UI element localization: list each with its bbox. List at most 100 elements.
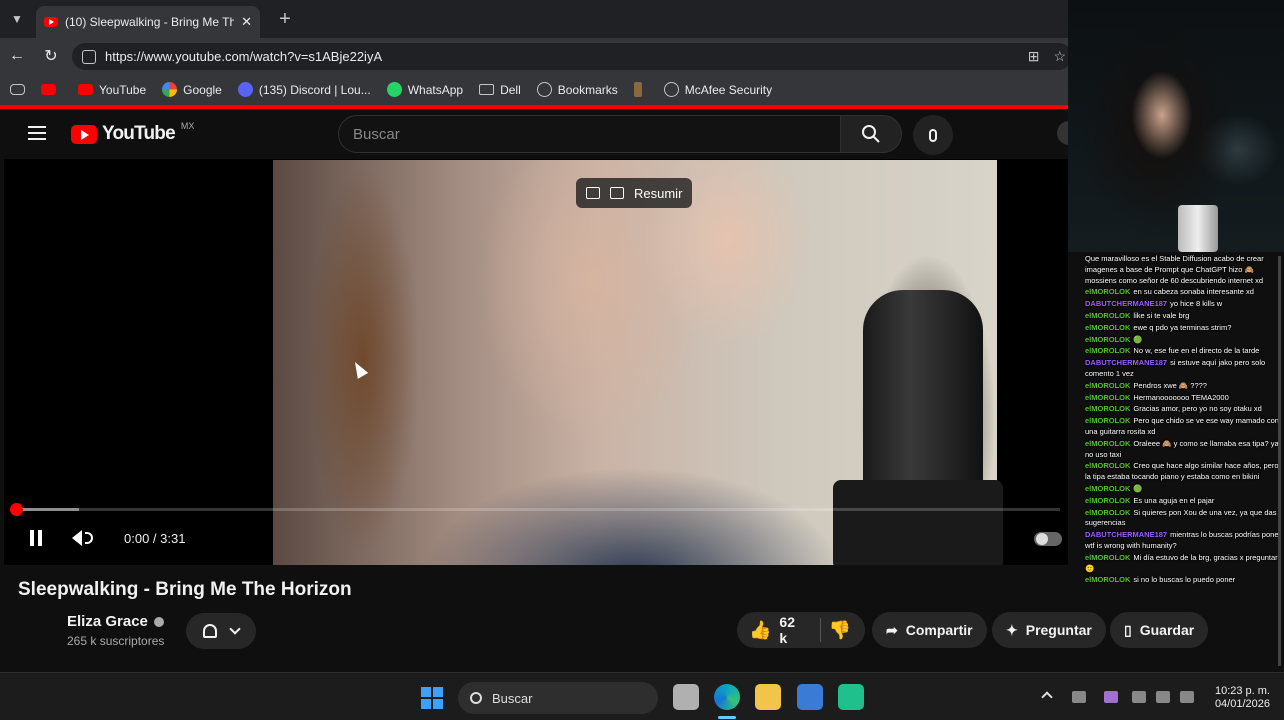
chat-username[interactable]: elMOROLOK (1085, 575, 1130, 584)
windows-start-icon[interactable] (421, 687, 443, 709)
tray-app-icon[interactable] (1072, 691, 1086, 703)
dislike-icon[interactable]: 👎 (829, 620, 851, 641)
volume-icon[interactable] (72, 526, 96, 550)
battery-icon[interactable] (1180, 691, 1194, 703)
bookmark-mcafee[interactable]: McAfee Security (663, 82, 772, 97)
microphone-icon (929, 128, 937, 142)
bookmark-google[interactable]: Google (162, 82, 222, 97)
tab-close-icon[interactable]: ✕ (241, 14, 252, 30)
progress-scrubber[interactable] (10, 503, 23, 516)
folder-icon (479, 84, 495, 95)
youtube-logo[interactable]: YouTube MX (71, 121, 194, 145)
url-text[interactable]: https://www.youtube.com/watch?v=s1ABje22… (105, 49, 382, 64)
share-icon: ➦ (886, 621, 898, 638)
bookmark-extension[interactable] (633, 82, 648, 97)
notification-bell-button[interactable] (186, 613, 256, 649)
chat-text: Hermanooooooo TEMA2000 (1133, 392, 1229, 402)
file-explorer-icon[interactable] (673, 684, 699, 710)
bell-icon (203, 624, 217, 638)
chat-username[interactable]: elMOROLOK (1085, 496, 1130, 505)
chat-text: ewe q pdo ya terminas strim? (1133, 322, 1232, 332)
bookmark-star-icon[interactable]: ☆ (1053, 48, 1066, 65)
voice-search-button[interactable] (913, 115, 953, 155)
back-arrow-icon[interactable]: ← (0, 38, 34, 74)
progress-bar[interactable] (10, 503, 1060, 516)
store-icon[interactable] (797, 684, 823, 710)
video-player[interactable]: Resumir 0:00 / 3:31 (4, 159, 1068, 565)
chat-username[interactable]: elMOROLOK (1085, 484, 1130, 493)
chat-username[interactable]: elMOROLOK (1085, 508, 1130, 517)
system-clock[interactable]: 10:23 p. m. 04/01/2026 (1200, 685, 1270, 711)
bookmark-whatsapp[interactable]: WhatsApp (386, 82, 463, 97)
chat-text: Pendros xwe 🙈 ???? (1133, 380, 1207, 390)
chat-username[interactable]: elMOROLOK (1085, 393, 1130, 402)
search-input[interactable] (353, 125, 840, 143)
chat-username[interactable]: elMOROLOK (1085, 404, 1130, 413)
folder-icon[interactable] (755, 684, 781, 710)
reload-icon[interactable]: ↻ (34, 38, 68, 74)
chat-username[interactable]: elMOROLOK (1085, 439, 1130, 448)
chat-username[interactable]: elMOROLOK (1085, 335, 1130, 344)
verified-badge-icon (153, 616, 164, 627)
chat-text: 🟢 (1133, 483, 1143, 493)
video-frame[interactable] (273, 160, 1003, 565)
install-app-icon[interactable]: ⊞ (1028, 48, 1040, 65)
youtube-header: YouTube MX (0, 109, 1081, 159)
share-button[interactable]: ➦ Compartir (872, 612, 987, 648)
search-button[interactable] (840, 115, 902, 153)
clock-time: 10:23 p. m. (1214, 685, 1270, 697)
autoplay-toggle[interactable] (1034, 532, 1062, 546)
chat-username[interactable]: elMOROLOK (1085, 311, 1130, 320)
chat-scrollbar[interactable] (1278, 256, 1281, 666)
channel-name[interactable]: Eliza Grace (67, 613, 148, 630)
youtube-logo-text: YouTube (102, 123, 176, 144)
chat-username[interactable]: DABUTCHERMANE187 (1085, 530, 1167, 539)
progress-buffered (16, 508, 79, 511)
summarize-button[interactable]: Resumir (576, 178, 693, 208)
chat-username[interactable]: elMOROLOK (1085, 553, 1130, 562)
chat-message: elMOROLOK Oraleee 🙈 y como se llamaba esa… (1085, 439, 1281, 461)
share-label: Compartir (905, 622, 973, 638)
stream-chat: Que maravilloso es el Stable Diffusion a… (1085, 254, 1281, 672)
bookmarks-menu-icon[interactable] (10, 84, 25, 95)
search-icon (470, 692, 482, 704)
address-bar-actions: ⊞ ☆ (1028, 48, 1066, 65)
chat-username[interactable]: elMOROLOK (1085, 346, 1130, 355)
chat-username[interactable]: elMOROLOK (1085, 461, 1130, 470)
address-bar[interactable]: https://www.youtube.com/watch?v=s1ABje22… (72, 43, 1072, 70)
bookmark-youtube-shortcut[interactable] (41, 84, 62, 95)
chat-username[interactable]: elMOROLOK (1085, 416, 1130, 425)
like-icon[interactable]: 👍 (749, 620, 771, 641)
chat-username[interactable]: elMOROLOK (1085, 381, 1130, 390)
chat-text: Es una aguja en el pajar (1133, 495, 1215, 505)
app-icon[interactable] (838, 684, 864, 710)
chat-username[interactable]: DABUTCHERMANE187 (1085, 358, 1167, 367)
youtube-favicon-icon (44, 17, 58, 27)
bookmark-discord[interactable]: (135) Discord | Lou... (237, 82, 371, 97)
taskbar-search[interactable]: Buscar (458, 682, 658, 714)
time-display: 0:00 / 3:31 (124, 530, 186, 546)
tab-search-chevron-icon[interactable]: ▼ (0, 0, 34, 38)
hamburger-menu-icon[interactable] (28, 126, 46, 140)
edge-browser-icon[interactable] (714, 684, 740, 710)
bookmark-bookmarks[interactable]: Bookmarks (536, 82, 618, 97)
wifi-icon[interactable] (1132, 691, 1146, 703)
chat-username[interactable]: DABUTCHERMANE187 (1085, 299, 1167, 308)
bookmark-dell[interactable]: Dell (479, 83, 521, 97)
chat-username[interactable]: elMOROLOK (1085, 323, 1130, 332)
screen: ▼ (10) Sleepwalking - Bring Me The H ✕ +… (0, 0, 1284, 720)
pause-button[interactable] (26, 526, 46, 550)
browser-tab-active[interactable]: (10) Sleepwalking - Bring Me The H ✕ (36, 6, 260, 38)
sparkle-icon: ✦ (1006, 621, 1018, 638)
chat-text: No w, ese fue en el directo de la tarde (1133, 346, 1260, 356)
tray-mic-icon[interactable] (1104, 691, 1118, 703)
site-info-icon[interactable] (82, 49, 96, 64)
bookmark-youtube[interactable]: YouTube (78, 83, 146, 97)
volume-icon[interactable] (1156, 691, 1170, 703)
chat-message: elMOROLOK en su cabeza sonaba interesante… (1085, 287, 1281, 298)
new-tab-button[interactable]: + (270, 8, 300, 31)
tray-overflow-chevron-icon[interactable] (1041, 691, 1053, 703)
chat-username[interactable]: elMOROLOK (1085, 287, 1130, 296)
channel-name-link[interactable]: Eliza Grace (67, 613, 164, 630)
like-count[interactable]: 62 k (779, 614, 803, 646)
